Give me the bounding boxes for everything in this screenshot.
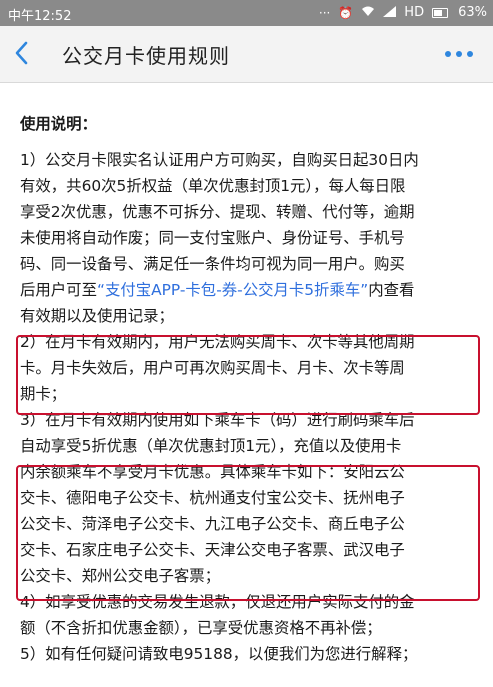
rule-line: 公交卡、郑州公交电子客票； — [20, 567, 221, 585]
status-bar: 中午12:52 ··· ⏰ HD 63% — [0, 0, 493, 26]
rule-text: 后用户可至 — [20, 281, 97, 299]
page-title: 公交月卡使用规则 — [62, 44, 230, 68]
rule-line: 公交卡、菏泽电子公交卡、九江电子公交卡、商丘电子公 — [20, 515, 405, 533]
rule-line: 内余额乘车不享受月卡优惠。具体乘车卡如下：安阳云公 — [20, 463, 405, 481]
alarm-icon: ⏰ — [338, 5, 354, 20]
rule-line: 未使用将自动作废；同一支付宝账户、身份证号、手机号 — [20, 229, 405, 247]
battery-icon — [432, 7, 449, 18]
network-label: HD — [404, 5, 425, 20]
rule-line: 码、同一设备号、满足任一条件均可视为同一用户。购买 — [20, 255, 405, 273]
rule-line: 交卡、石家庄电子公交卡、天津公交电子客票、武汉电子 — [20, 541, 405, 559]
more-button[interactable] — [445, 42, 479, 66]
status-time: 中午12:52 — [8, 9, 72, 24]
rule-line: 5）如有任何疑问请致电95188，以便我们为您进行解释； — [20, 645, 418, 663]
wifi-icon — [361, 6, 375, 20]
rule-line: 自动享受5折优惠（单次优惠封顶1元），充值以及使用卡 — [20, 437, 402, 455]
rule-line: 额（不含折扣优惠金额），已享受优惠资格不再补偿； — [20, 619, 382, 637]
section-title: 使用说明： — [20, 115, 97, 133]
signal-icon — [383, 5, 397, 20]
rule-line: 4）如享受优惠的交易发生退款，仅退还用户实际支付的金 — [20, 593, 415, 611]
rule-line: 有效期以及使用记录； — [20, 307, 174, 325]
monthly-card-link[interactable]: “支付宝APP-卡包-券-公交月卡5折乘车” — [97, 281, 368, 299]
rule-line: 交卡、德阳电子公交卡、杭州通支付宝公交卡、抚州电子 — [20, 489, 405, 507]
rule-line-with-link: 后用户可至“支付宝APP-卡包-券-公交月卡5折乘车”内查看 — [20, 277, 482, 303]
rule-line: 期卡； — [20, 385, 67, 403]
rule-line: 卡。月卡失效后，用户可再次购买周卡、月卡、次卡等周 — [20, 359, 405, 377]
status-icons: ··· ⏰ HD 63% — [319, 5, 487, 20]
battery-percent: 63% — [458, 5, 487, 20]
rule-line: 1）公交月卡限实名认证用户方可购买，自购买日起30日内 — [20, 151, 419, 169]
navigation-bar: 公交月卡使用规则 — [0, 26, 493, 83]
chevron-left-icon — [15, 41, 28, 65]
back-button[interactable] — [14, 40, 44, 68]
rule-line: 3）在月卡有效期内使用如下乘车卡（码）进行刷码乘车后 — [20, 411, 415, 429]
rule-line: 有效，共60次5折权益（单次优惠封顶1元），每人每日限 — [20, 177, 406, 195]
rule-line: 享受2次优惠，优惠不可拆分、提现、转赠、代付等，逾期 — [20, 203, 415, 221]
more-dots-icon — [445, 51, 451, 57]
dots-icon: ··· — [318, 5, 331, 20]
rules-content: 使用说明： 1）公交月卡限实名认证用户方可购买，自购买日起30日内 有效，共60… — [20, 111, 482, 667]
rule-line: 2）在月卡有效期内，用户无法购买周卡、次卡等其他周期 — [20, 333, 415, 351]
rule-text: 内查看 — [368, 281, 415, 299]
